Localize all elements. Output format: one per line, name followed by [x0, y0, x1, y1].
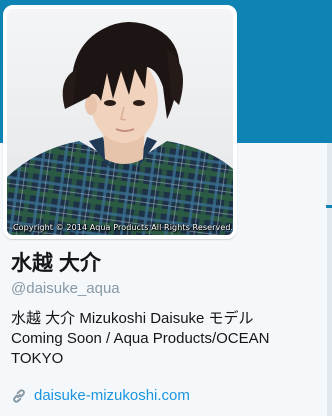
avatar-copyright: Copyright © 2014 Aqua Products All Right… — [13, 223, 234, 232]
bio-line: TOKYO — [11, 350, 64, 367]
avatar-photo — [7, 9, 233, 235]
timeline-edge — [327, 143, 332, 416]
profile-avatar[interactable]: Copyright © 2014 Aqua Products All Right… — [3, 5, 237, 239]
timeline-edge-accent — [326, 205, 332, 208]
screen-name[interactable]: @daisuke_aqua — [11, 279, 120, 299]
profile-website: daisuke-mizukoshi.com — [11, 386, 190, 406]
profile-bio: 水越 大介 Mizukoshi Daisuke モデル Coming Soon … — [11, 309, 311, 369]
link-icon — [13, 389, 25, 403]
display-name[interactable]: 水越 大介 — [11, 250, 101, 278]
bio-line: 水越 大介 Mizukoshi Daisuke モデル — [11, 310, 254, 327]
website-link[interactable]: daisuke-mizukoshi.com — [34, 386, 190, 406]
bio-line: Coming Soon / Aqua Products/OCEAN — [11, 330, 270, 347]
